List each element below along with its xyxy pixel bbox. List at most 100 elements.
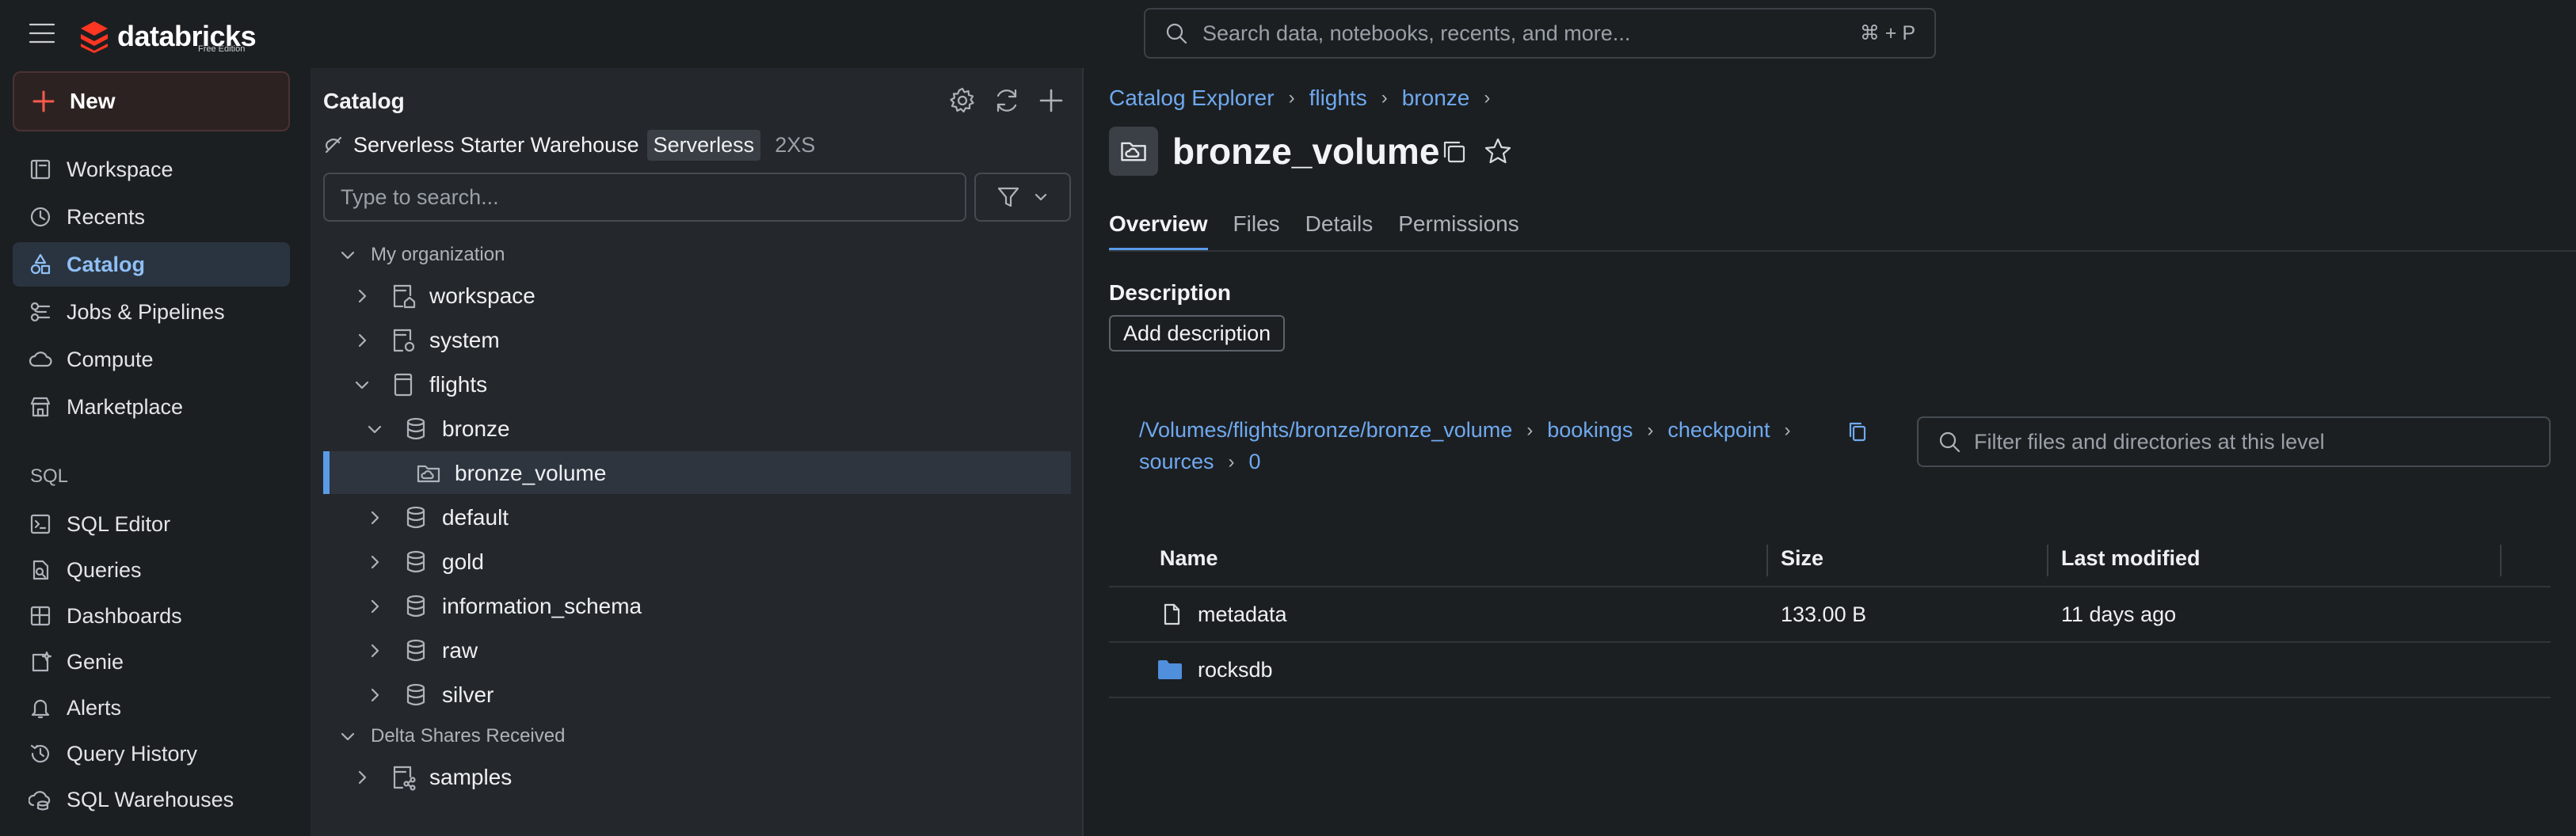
tab-details[interactable]: Details (1305, 207, 1374, 252)
warehouse-selector[interactable]: Serverless Starter Warehouse Serverless … (323, 129, 815, 161)
volume-icon (1109, 127, 1158, 176)
tree-section-label: Delta Shares Received (371, 725, 566, 747)
add-icon[interactable] (1036, 86, 1066, 116)
copy-icon[interactable] (1440, 138, 1469, 166)
nav-label: Queries (67, 557, 142, 582)
nav-item-compute[interactable]: Compute (13, 337, 290, 382)
breadcrumb-catalog-explorer[interactable]: Catalog Explorer (1109, 86, 1275, 111)
path-sources-link[interactable]: sources (1139, 450, 1214, 474)
folder-icon (1158, 660, 1182, 679)
breadcrumb-bronze[interactable]: bronze (1402, 86, 1470, 111)
path-separator: › (1784, 419, 1791, 441)
queries-icon (32, 560, 49, 580)
filter-button[interactable] (974, 173, 1071, 222)
path-checkpoint-link[interactable]: checkpoint (1667, 418, 1770, 443)
nav-item-workspace[interactable]: Workspace (13, 147, 290, 192)
search-shortcut: ⌘ + P (1859, 22, 1915, 44)
tab-overview[interactable]: Overview (1109, 207, 1208, 252)
copy-path-icon[interactable] (1846, 420, 1869, 443)
chevron-right-icon (358, 289, 367, 303)
tree-item-label: workspace (429, 283, 535, 308)
column-resizer[interactable] (2047, 545, 2048, 576)
file-filter-input[interactable]: Filter files and directories at this lev… (1917, 416, 2551, 467)
tree-item-information-schema[interactable]: information_schema (366, 586, 642, 627)
chevron-right-icon (371, 511, 379, 525)
tree-item-bronze-volume[interactable]: bronze_volume (415, 453, 606, 494)
file-name[interactable]: metadata (1198, 602, 1287, 627)
schema-icon (406, 506, 425, 529)
tab-permissions[interactable]: Permissions (1398, 207, 1519, 252)
menu-icon[interactable] (27, 19, 57, 48)
add-description-button[interactable]: Add description (1109, 315, 1286, 352)
chevron-down-icon (368, 425, 382, 434)
column-header-name[interactable]: Name (1160, 546, 1218, 571)
schema-icon (406, 550, 425, 573)
tree-item-raw[interactable]: raw (366, 630, 478, 671)
catalog-search-input[interactable]: Type to search... (323, 173, 966, 222)
tree-item-workspace[interactable]: workspace (353, 276, 535, 317)
tree-section-delta-shares[interactable]: Delta Shares Received (339, 716, 565, 757)
nav-item-dashboards[interactable]: Dashboards (13, 594, 290, 638)
nav-item-genie[interactable]: Genie (13, 640, 290, 684)
file-icon (1164, 603, 1180, 625)
gear-icon[interactable] (947, 86, 977, 116)
tree-item-label: bronze_volume (455, 461, 607, 485)
description-heading: Description (1109, 280, 1232, 305)
tree-item-default[interactable]: default (366, 497, 509, 538)
path-root-link[interactable]: /Volumes/flights/bronze/bronze_volume (1139, 418, 1512, 443)
plus-icon (32, 90, 55, 112)
bell-icon (31, 699, 50, 719)
breadcrumb-flights[interactable]: flights (1309, 86, 1367, 111)
databricks-logo[interactable]: databricks Free Edition (79, 16, 257, 57)
chevron-right-icon (371, 688, 379, 702)
breadcrumb-separator: › (1288, 87, 1295, 108)
clock-icon (30, 207, 51, 227)
tree-item-label: information_schema (442, 594, 642, 618)
table-row[interactable]: rocksdb (1109, 643, 2551, 698)
new-button[interactable]: New (13, 71, 290, 131)
nav-item-query-history[interactable]: Query History (13, 732, 290, 776)
catalog-system-icon (393, 329, 415, 352)
star-icon[interactable] (1483, 136, 1513, 166)
cloud-icon (29, 352, 52, 367)
nav-item-sql-warehouses[interactable]: SQL Warehouses (13, 777, 290, 822)
global-search-input[interactable]: Search data, notebooks, recents, and mor… (1144, 8, 1936, 59)
warehouse-name: Serverless Starter Warehouse (353, 132, 639, 157)
path-separator: › (1647, 419, 1654, 441)
tree-item-gold[interactable]: gold (366, 542, 484, 583)
tree-item-label: system (429, 328, 500, 352)
nav-item-jobs-pipelines[interactable]: Jobs & Pipelines (13, 290, 290, 334)
nav-label: Dashboards (67, 603, 182, 628)
column-resizer[interactable] (1766, 545, 1768, 576)
tree-section-my-organization[interactable]: My organization (339, 234, 505, 276)
databricks-logo-icon (81, 21, 108, 53)
nav-item-catalog[interactable]: Catalog (13, 242, 290, 287)
tab-divider (1109, 250, 2576, 252)
search-icon (1166, 23, 1187, 44)
table-row[interactable]: metadata 133.00 B 11 days ago (1109, 587, 2551, 643)
nav-item-recents[interactable]: Recents (13, 195, 290, 239)
tree-item-flights[interactable]: flights (353, 364, 487, 405)
tree-item-label: samples (429, 765, 513, 789)
tab-files[interactable]: Files (1233, 207, 1280, 252)
column-header-last-modified[interactable]: Last modified (2061, 546, 2201, 571)
workflows-icon (30, 302, 51, 322)
nav-item-queries[interactable]: Queries (13, 548, 290, 592)
nav-item-alerts[interactable]: Alerts (13, 686, 290, 730)
column-resizer[interactable] (2500, 545, 2502, 576)
tree-item-bronze[interactable]: bronze (366, 408, 510, 450)
folder-name[interactable]: rocksdb (1198, 658, 1273, 682)
path-bookings-link[interactable]: bookings (1547, 418, 1633, 443)
warehouse-icon (29, 791, 51, 811)
path-separator: › (1228, 450, 1235, 473)
chevron-right-icon (371, 644, 379, 658)
refresh-icon[interactable] (992, 86, 1022, 116)
tree-item-system[interactable]: system (353, 320, 500, 361)
name-cell: rocksdb (1157, 643, 1273, 697)
tree-item-silver[interactable]: silver (366, 674, 493, 716)
search-placeholder: Search data, notebooks, recents, and mor… (1202, 21, 1631, 45)
nav-item-marketplace[interactable]: Marketplace (13, 385, 290, 429)
tree-item-samples[interactable]: samples (353, 757, 512, 798)
column-header-size[interactable]: Size (1781, 546, 1823, 571)
nav-item-sql-editor[interactable]: SQL Editor (13, 502, 290, 546)
